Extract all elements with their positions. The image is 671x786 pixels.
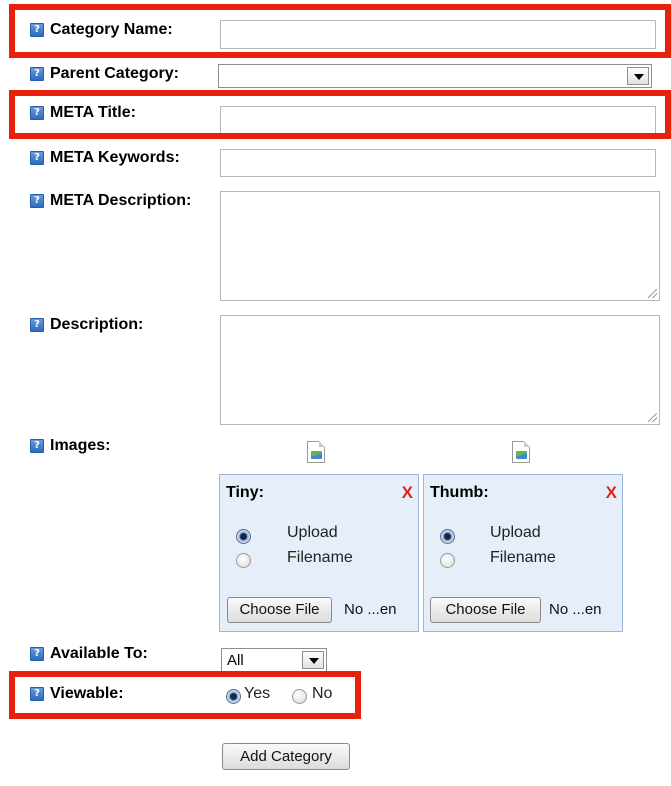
help-icon[interactable]: ? [30, 194, 44, 208]
resize-grip-icon[interactable] [648, 289, 657, 298]
chevron-down-icon[interactable] [627, 67, 649, 85]
available-to-value: All [227, 652, 244, 669]
filename-radio[interactable] [236, 553, 251, 568]
available-to-select[interactable]: All [221, 648, 327, 672]
choose-file-button[interactable]: Choose File [430, 597, 541, 623]
broken-image-icon [307, 441, 325, 463]
broken-image-icon [512, 441, 530, 463]
meta-keywords-label: ? META Keywords: [30, 149, 180, 167]
remove-image-button[interactable]: X [402, 483, 413, 503]
panel-title: Thumb: [430, 484, 489, 501]
chevron-down-icon[interactable] [302, 651, 324, 669]
image-panel-tiny: Tiny: X Upload Filename Choose File No .… [219, 474, 419, 632]
choose-file-button[interactable]: Choose File [227, 597, 332, 623]
panel-title: Tiny: [226, 484, 264, 501]
help-icon[interactable]: ? [30, 67, 44, 81]
upload-label: Upload [490, 524, 541, 541]
help-icon[interactable]: ? [30, 318, 44, 332]
resize-grip-icon[interactable] [648, 413, 657, 422]
add-category-button[interactable]: Add Category [222, 743, 350, 770]
highlight-meta-title [9, 90, 671, 139]
parent-category-label: ? Parent Category: [30, 65, 179, 83]
description-textarea[interactable] [220, 315, 660, 425]
upload-radio[interactable] [440, 529, 455, 544]
parent-category-select[interactable] [218, 64, 652, 88]
upload-radio[interactable] [236, 529, 251, 544]
help-icon[interactable]: ? [30, 439, 44, 453]
meta-keywords-input[interactable] [220, 149, 656, 177]
images-label: ? Images: [30, 437, 110, 455]
no-file-text: No ...en [344, 601, 397, 618]
filename-label: Filename [490, 549, 556, 566]
remove-image-button[interactable]: X [606, 483, 617, 503]
highlight-viewable [9, 671, 361, 719]
filename-label: Filename [287, 549, 353, 566]
filename-radio[interactable] [440, 553, 455, 568]
meta-description-textarea[interactable] [220, 191, 660, 301]
help-icon[interactable]: ? [30, 647, 44, 661]
meta-description-label: ? META Description: [30, 192, 191, 210]
image-panel-thumb: Thumb: X Upload Filename Choose File No … [423, 474, 623, 632]
help-icon[interactable]: ? [30, 151, 44, 165]
upload-label: Upload [287, 524, 338, 541]
available-to-label: ? Available To: [30, 645, 148, 663]
description-label: ? Description: [30, 316, 143, 334]
highlight-category-name [9, 4, 671, 58]
no-file-text: No ...en [549, 601, 602, 618]
